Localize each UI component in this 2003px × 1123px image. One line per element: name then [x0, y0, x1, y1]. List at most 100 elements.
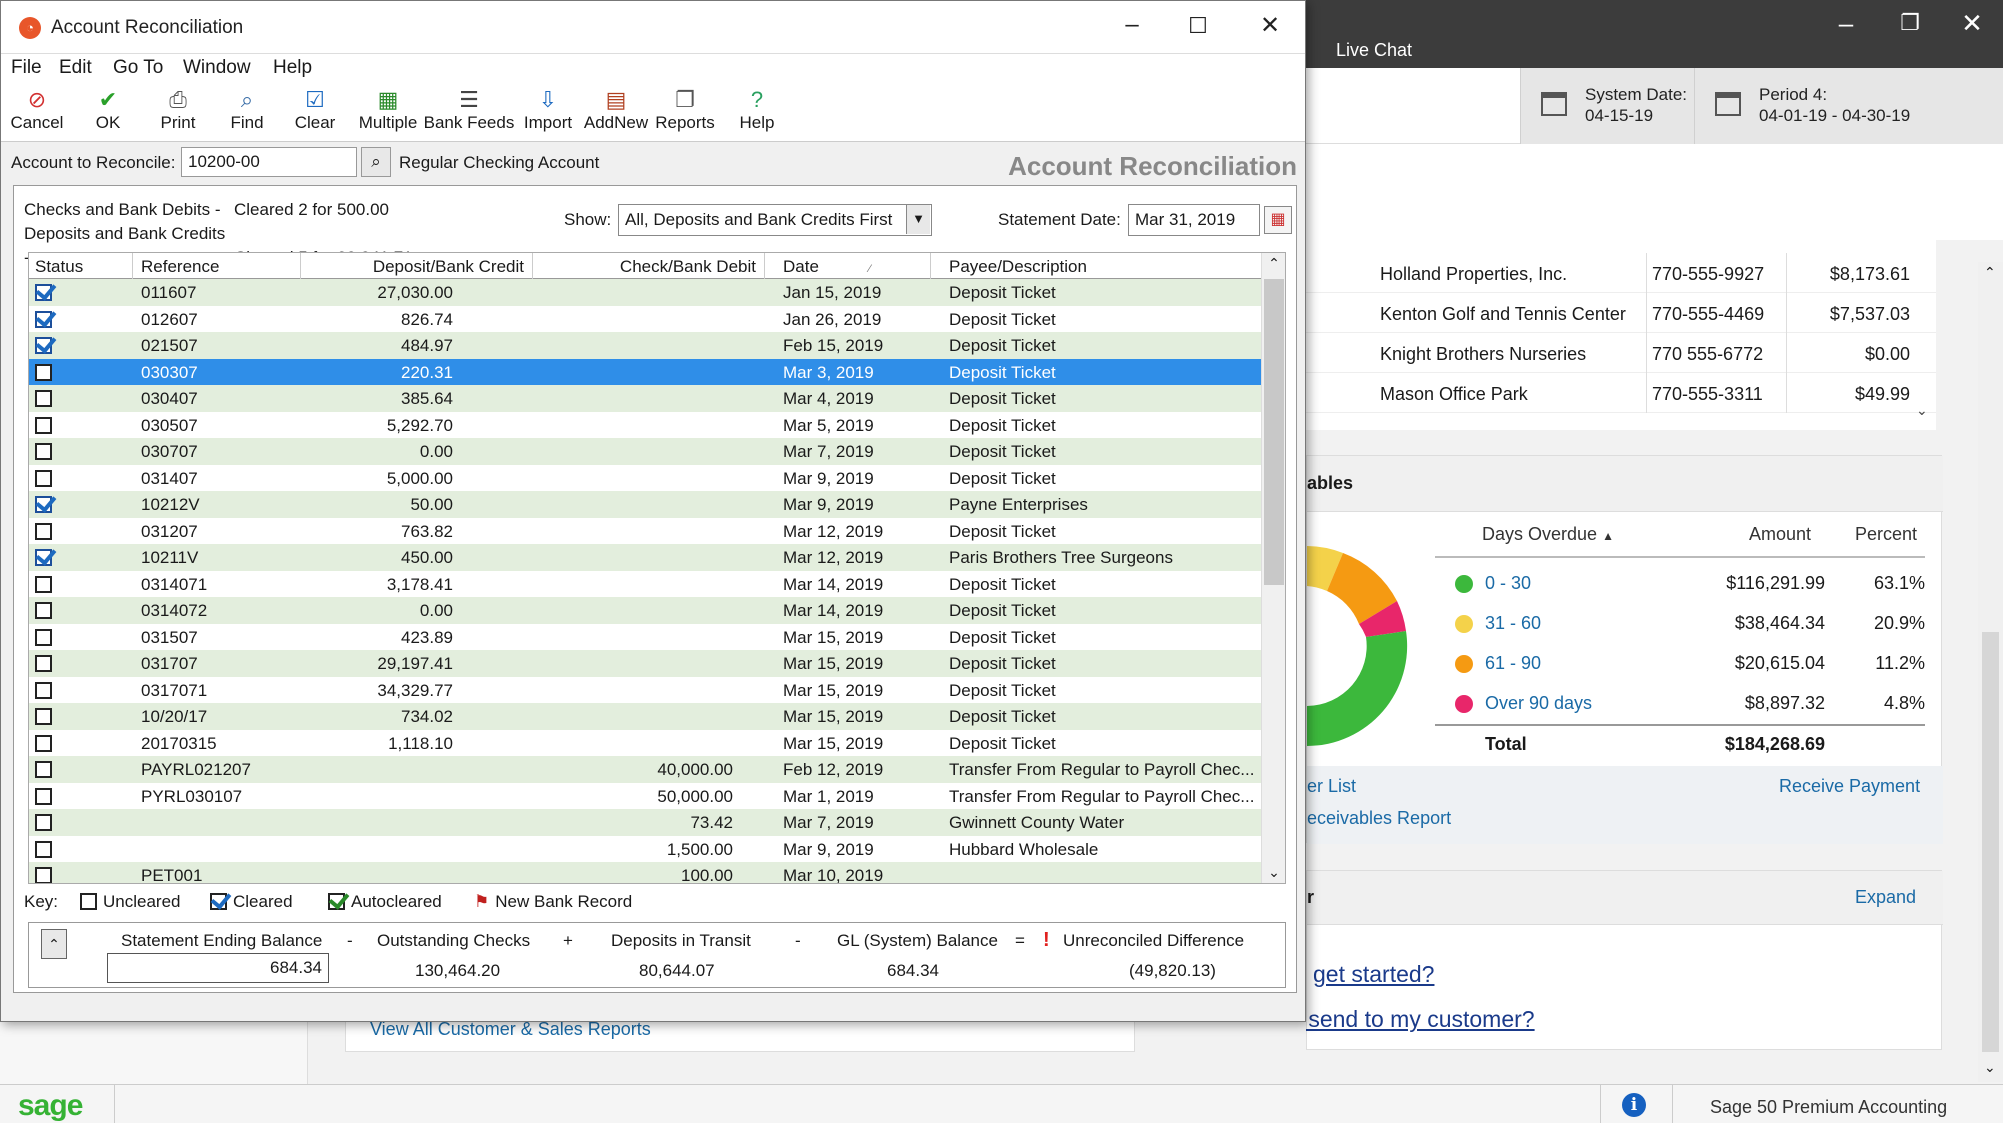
restore-icon[interactable]: ❐	[1890, 10, 1930, 36]
col-date[interactable]: Date ⁄	[765, 253, 931, 279]
aging-row-61-90[interactable]: 61 - 90 $20,615.04 11.2%	[1435, 644, 1925, 684]
calendar-icon[interactable]: ▦	[1264, 206, 1292, 234]
addnew-button[interactable]: ▤ AddNew	[583, 87, 649, 141]
chevron-down-icon[interactable]: ⌄	[1262, 864, 1285, 881]
unchecked-box-icon[interactable]	[35, 814, 52, 831]
expand-link[interactable]: Expand	[1855, 887, 1916, 908]
unchecked-box-icon[interactable]	[35, 655, 52, 672]
find-button[interactable]: ⌕ Find	[221, 87, 273, 141]
receive-payment-link[interactable]: Receive Payment	[1779, 776, 1920, 797]
menu-help[interactable]: Help	[273, 57, 312, 79]
account-lookup-button[interactable]: ⌕	[361, 147, 391, 177]
table-row[interactable]: 10212V 50.00 Mar 9, 2019 Payne Enterprises	[29, 491, 1261, 518]
unchecked-box-icon[interactable]	[35, 575, 52, 593]
table-row[interactable]: 011607 27,030.00 Jan 15, 2019 Deposit Ticke…	[29, 279, 1261, 306]
customer-reports-link[interactable]: View All Customer & Sales Reports	[370, 1019, 651, 1040]
checked-box-icon[interactable]	[35, 284, 52, 301]
unchecked-box-icon[interactable]	[35, 840, 52, 858]
table-row[interactable]: 73.42 Mar 7, 2019 Gwinnett County Water	[29, 809, 1261, 836]
col-deposit[interactable]: Deposit/Bank Credit	[301, 253, 533, 279]
checked-box-icon[interactable]	[35, 496, 52, 513]
menu-edit[interactable]: Edit	[59, 57, 92, 79]
scroll-thumb[interactable]	[1982, 632, 1999, 1052]
statement-date-input[interactable]: Mar 31, 2019	[1128, 204, 1260, 236]
table-row[interactable]: PYRL030107 50,000.00 Mar 1, 2019 Transfer F…	[29, 783, 1261, 810]
col-payee[interactable]: Payee/Description	[931, 253, 1261, 279]
unchecked-box-icon[interactable]	[35, 602, 52, 619]
unchecked-box-icon[interactable]	[35, 708, 52, 725]
table-row[interactable]: 030507 5,292.70 Mar 5, 2019 Deposit Ticket	[29, 412, 1261, 439]
aging-row-over-90[interactable]: Over 90 days $8,897.32 4.8%	[1435, 684, 1925, 724]
customer-row[interactable]: Kenton Golf and Tennis Center 770-555-446…	[1306, 293, 1936, 333]
chevron-up-icon[interactable]: ⌃	[1262, 255, 1285, 272]
chevron-down-icon[interactable]: ⌄	[1916, 402, 1928, 419]
scroll-thumb[interactable]	[1264, 279, 1284, 585]
unchecked-box-icon[interactable]	[35, 628, 52, 646]
reports-button[interactable]: ❐ Reports	[653, 87, 717, 141]
customer-row[interactable]: Holland Properties, Inc. 770-555-9927 $8,1…	[1306, 253, 1936, 293]
unchecked-box-icon[interactable]	[35, 443, 52, 460]
minimize-icon[interactable]: –	[1826, 8, 1866, 39]
table-row[interactable]: 1,500.00 Mar 9, 2019 Hubbard Wholesale	[29, 836, 1261, 863]
col-reference[interactable]: Reference	[133, 253, 301, 279]
chevron-down-icon[interactable]: ⌄	[1984, 1059, 1996, 1076]
aging-row-0-30[interactable]: 0 - 30 $116,291.99 63.1%	[1435, 564, 1925, 604]
table-row[interactable]: 031507 423.89 Mar 15, 2019 Deposit Ticket	[29, 624, 1261, 651]
checked-box-icon[interactable]	[35, 337, 52, 354]
unchecked-box-icon[interactable]	[35, 761, 52, 778]
clear-button[interactable]: ☑ Clear	[289, 87, 341, 141]
menu-window[interactable]: Window	[183, 57, 251, 79]
customer-row[interactable]: Mason Office Park 770-555-3311 $49.99	[1306, 373, 1936, 413]
ok-button[interactable]: ✔ OK	[83, 87, 133, 141]
table-row[interactable]: 10/20/17 734.02 Mar 15, 2019 Deposit Ticket	[29, 703, 1261, 730]
import-button[interactable]: ⇩ Import	[521, 87, 575, 141]
help-button[interactable]: ? Help	[731, 87, 783, 141]
statement-ending-input[interactable]: 684.34	[107, 953, 329, 983]
info-icon[interactable]: i	[1622, 1093, 1646, 1117]
customer-list-link[interactable]: er List	[1307, 776, 1356, 797]
show-filter-select[interactable]: All, Deposits and Bank Credits First	[618, 204, 932, 236]
unchecked-box-icon[interactable]	[35, 734, 52, 752]
live-chat-link[interactable]: Live Chat	[1336, 40, 1412, 61]
receivables-report-link[interactable]: eceivables Report	[1307, 808, 1451, 829]
table-row[interactable]: 0314072 0.00 Mar 14, 2019 Deposit Ticket	[29, 597, 1261, 624]
table-row[interactable]: 021507 484.97 Feb 15, 2019 Deposit Ticket	[29, 332, 1261, 359]
multiple-button[interactable]: ▦ Multiple	[357, 87, 419, 141]
table-row[interactable]: 0317071 34,329.77 Mar 15, 2019 Deposit Tick…	[29, 677, 1261, 704]
unchecked-box-icon[interactable]	[35, 469, 52, 487]
table-row[interactable]: 10211V 450.00 Mar 12, 2019 Paris Brothers T…	[29, 544, 1261, 571]
table-row[interactable]: 031207 763.82 Mar 12, 2019 Deposit Ticket	[29, 518, 1261, 545]
account-input[interactable]: 10200-00	[181, 147, 357, 177]
table-row[interactable]: 030707 0.00 Mar 7, 2019 Deposit Ticket	[29, 438, 1261, 465]
close-icon[interactable]: ✕	[1245, 11, 1295, 40]
table-row[interactable]: PET001 100.00 Mar 10, 2019	[29, 862, 1261, 883]
col-check[interactable]: Check/Bank Debit	[533, 253, 765, 279]
cancel-button[interactable]: ⊘ Cancel	[9, 87, 65, 141]
unchecked-box-icon[interactable]	[35, 363, 52, 381]
table-row[interactable]: 031407 5,000.00 Mar 9, 2019 Deposit Ticket	[29, 465, 1261, 492]
bank-feeds-button[interactable]: ☰ Bank Feeds	[423, 87, 515, 141]
table-row[interactable]: 030307 220.31 Mar 3, 2019 Deposit Ticket	[29, 358, 1261, 385]
table-row[interactable]: 012607 826.74 Jan 26, 2019 Deposit Ticket	[29, 306, 1261, 333]
days-overdue-header[interactable]: Days Overdue ▲	[1482, 524, 1614, 545]
get-started-link[interactable]: get started?	[1313, 961, 1434, 988]
maximize-icon[interactable]: ☐	[1173, 13, 1223, 39]
unchecked-box-icon[interactable]	[35, 522, 52, 540]
table-row[interactable]: 0314071 3,178.41 Mar 14, 2019 Deposit Ticke…	[29, 571, 1261, 598]
minimize-icon[interactable]: –	[1107, 11, 1157, 39]
unchecked-box-icon[interactable]	[35, 416, 52, 434]
right-scrollbar[interactable]: ⌃ ⌄	[1978, 262, 2003, 1082]
unchecked-box-icon[interactable]	[35, 787, 52, 805]
menu-file[interactable]: File	[11, 57, 42, 79]
aging-row-31-60[interactable]: 31 - 60 $38,464.34 20.9%	[1435, 604, 1925, 644]
chevron-up-icon[interactable]: ⌃	[1984, 264, 1996, 281]
unchecked-box-icon[interactable]	[35, 681, 52, 699]
table-row[interactable]: PAYRL021207 40,000.00 Feb 12, 2019 Transfer…	[29, 756, 1261, 783]
unchecked-box-icon[interactable]	[35, 867, 52, 883]
grid-scrollbar[interactable]: ⌃ ⌄	[1261, 253, 1285, 883]
unchecked-box-icon[interactable]	[35, 390, 52, 407]
table-row[interactable]: 030407 385.64 Mar 4, 2019 Deposit Ticket	[29, 385, 1261, 412]
collapse-button[interactable]: ⌃	[41, 929, 67, 959]
chevron-down-icon[interactable]: ▼	[906, 205, 930, 234]
table-row[interactable]: 20170315 1,118.10 Mar 15, 2019 Deposit Tick…	[29, 730, 1261, 757]
